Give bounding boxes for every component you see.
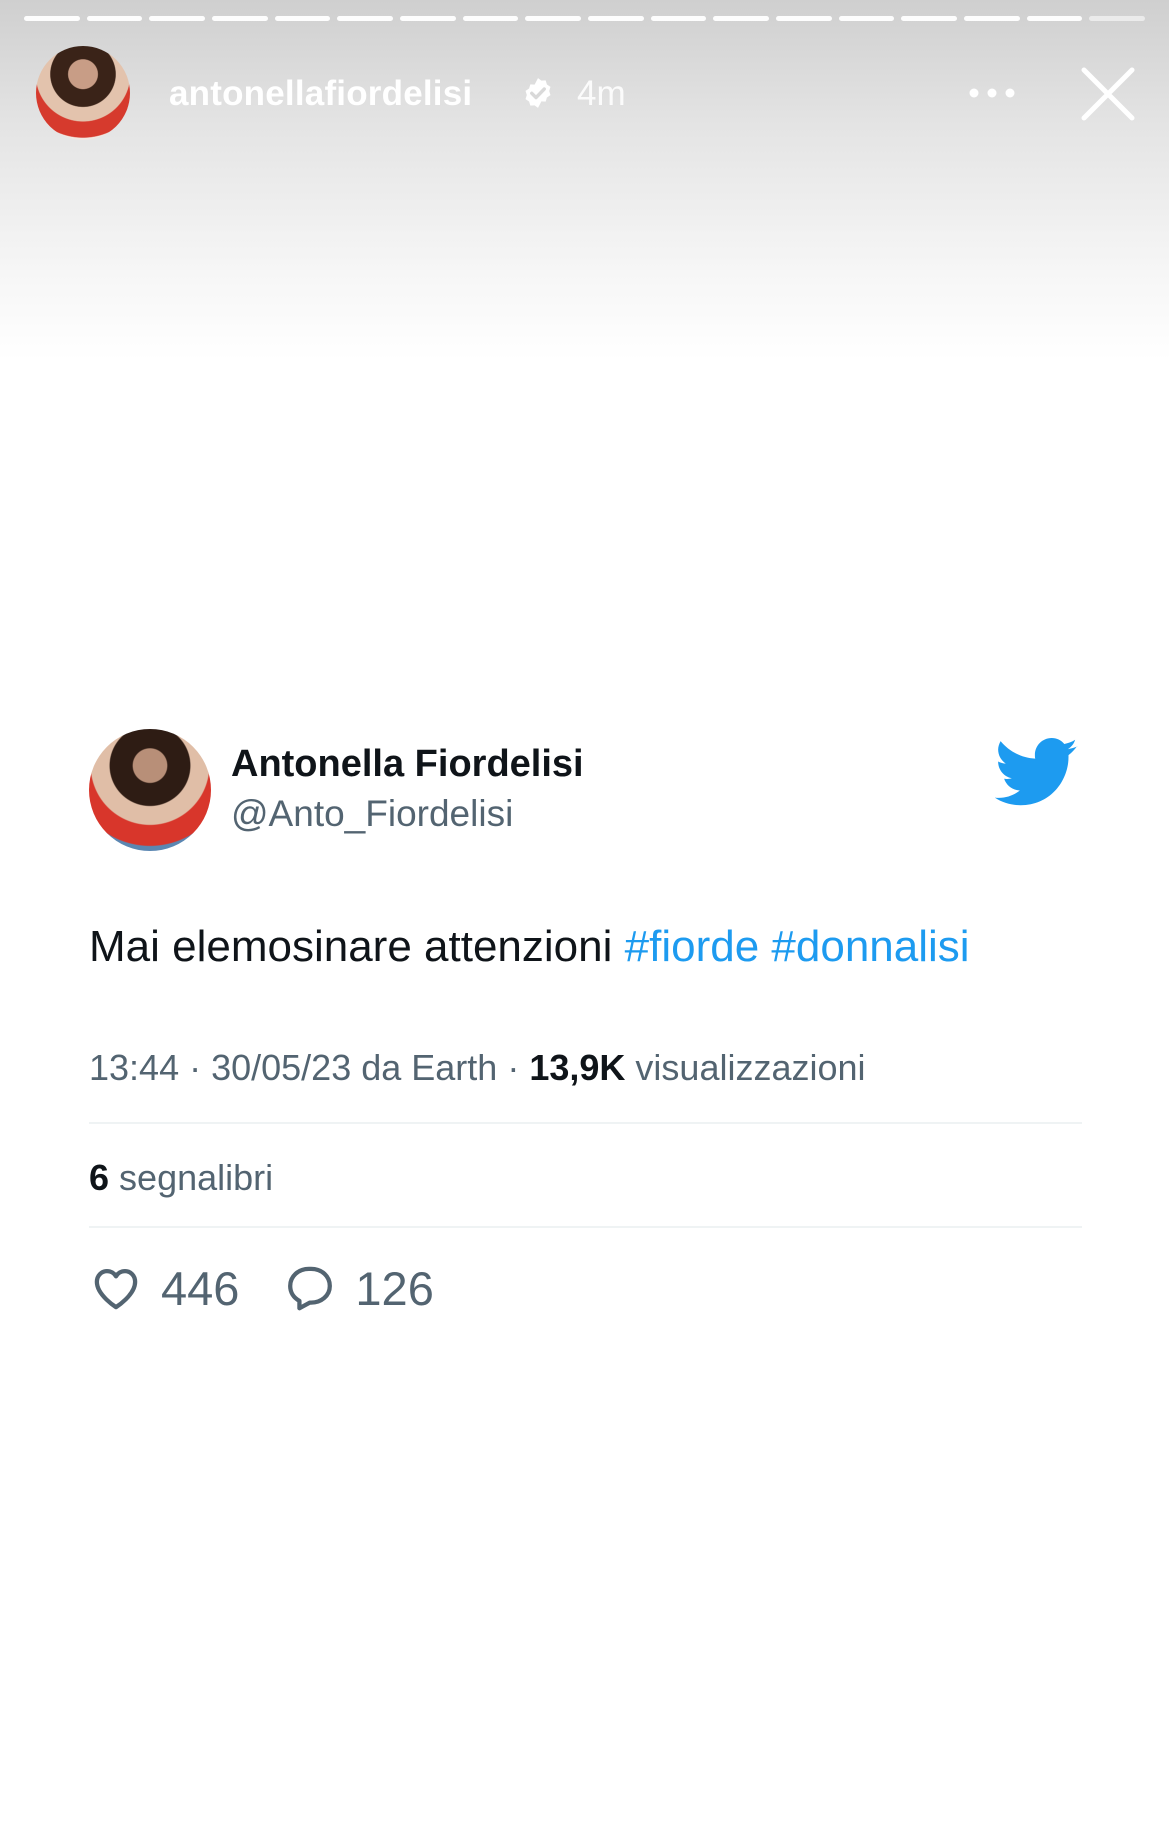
story-progress-segment [588, 16, 644, 21]
tweet-views-count: 13,9K [529, 1047, 626, 1088]
reply-action[interactable]: 126 [283, 1261, 434, 1316]
hashtag-donnalisi[interactable]: #donnalisi [771, 922, 969, 971]
likes-count: 446 [161, 1261, 240, 1315]
story-progress-segment [212, 16, 268, 21]
like-action[interactable]: 446 [89, 1261, 239, 1316]
bookmarks-count: 6 [89, 1157, 110, 1198]
tweet-text: Mai elemosinare attenzioni #fiorde #donn… [89, 922, 970, 972]
tweet-author-avatar [89, 729, 211, 851]
story-progress-segment [1026, 16, 1083, 21]
story-progress-segment [274, 16, 331, 21]
tweet-actions: 446 126 [89, 1261, 434, 1316]
story-progress-segment [24, 16, 80, 21]
divider [89, 1226, 1082, 1228]
story-progress-segment [838, 16, 895, 21]
tweet-meta: 13:44 · 30/05/23 da Earth · 13,9K visual… [89, 1047, 866, 1088]
verified-icon [525, 78, 551, 108]
story-progress-segment [86, 16, 143, 21]
story-progress-segment [1089, 16, 1146, 21]
tweet-bookmarks: 6 segnalibri [89, 1157, 273, 1199]
tweet-body: Mai elemosinare attenzioni [89, 922, 613, 971]
tweet-views-label: visualizzazioni [635, 1047, 866, 1088]
story-progress-segment [901, 16, 958, 21]
story-progress-bar [24, 16, 1146, 22]
story-header: antonellafiordelisi 4m [36, 46, 1146, 142]
divider [89, 1122, 1082, 1124]
more-icon[interactable] [966, 76, 1018, 110]
story-author-avatar[interactable] [36, 46, 130, 140]
hashtag-fiorde[interactable]: #fiorde [625, 922, 760, 971]
tweet-handle: @Anto_Fiordelisi [231, 793, 514, 834]
story-progress-segment [149, 16, 206, 21]
story-username[interactable]: antonellafiordelisi [169, 74, 472, 114]
twitter-bird-icon [995, 738, 1078, 806]
story-progress-segment [400, 16, 456, 21]
replies-count: 126 [355, 1261, 434, 1315]
tweet-display-name: Antonella Fiordelisi [231, 743, 584, 785]
story-progress-segment [650, 16, 707, 21]
tweet-date: 30/05/23 da Earth [211, 1047, 498, 1088]
close-icon[interactable] [1078, 64, 1138, 124]
reply-icon [288, 1266, 333, 1311]
heart-icon [94, 1268, 138, 1310]
story-progress-segment [964, 16, 1020, 21]
story-progress-segment [776, 16, 832, 21]
bookmarks-label: segnalibri [119, 1157, 274, 1198]
tweet-time: 13:44 [89, 1047, 180, 1088]
story-progress-segment [337, 16, 394, 21]
story-timestamp: 4m [577, 74, 626, 113]
story-progress-segment [462, 16, 519, 21]
story-progress-segment [713, 16, 770, 21]
story-progress-segment [525, 16, 582, 21]
